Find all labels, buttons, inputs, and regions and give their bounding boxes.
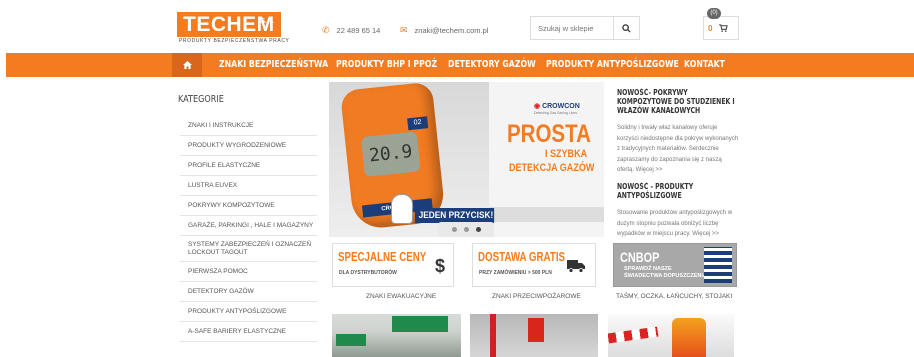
category-list: ZNAKI I INSTRUKCJE PRODUKTY WYGRODZENIOW… bbox=[180, 116, 317, 342]
cart-count-badge: (0) bbox=[707, 8, 721, 19]
category-item[interactable]: DETEKTORY GAZÓW bbox=[180, 282, 317, 302]
news-item: NOWOŚĆ- POKRYWY KOMPOZYTOWE DO STUDZIENE… bbox=[617, 88, 740, 176]
cnbop-emblem-icon bbox=[704, 247, 732, 283]
device-tag: 02 bbox=[407, 116, 429, 131]
hero-slider[interactable]: 02 20.9 CROWCON ◉ CROWCON Detecting Gas … bbox=[329, 82, 604, 237]
cart-button[interactable]: 0 bbox=[703, 16, 739, 40]
logo-mark: TECHEM S.A. bbox=[177, 12, 281, 37]
fire-pole-image bbox=[490, 314, 496, 357]
banner-special-prices[interactable]: SPECJALNE CENY DLA DYSTRYBUTORÓW $ bbox=[332, 243, 454, 287]
home-icon bbox=[182, 61, 192, 69]
logo-subtitle: PRODUKTY BEZPIECZEŃSTWA PRACY bbox=[179, 38, 290, 44]
fire-extinguisher-sign-image bbox=[528, 318, 544, 342]
category-item[interactable]: LUSTRA EUVEX bbox=[180, 176, 317, 196]
product-photo-tapes[interactable] bbox=[608, 314, 734, 357]
banner-subtitle: PRZY ZAMÓWIENIU > 500 PLN bbox=[479, 270, 552, 276]
news-title[interactable]: NOWOŚĆ- POKRYWY KOMPOZYTOWE DO STUDZIENE… bbox=[617, 88, 740, 115]
category-caption[interactable]: TAŚMY, OCZKA, ŁAŃCUCHY, STOJAKI bbox=[616, 293, 732, 300]
banner-free-delivery[interactable]: DOSTAWA GRATIS PRZY ZAMÓWIENIU > 500 PLN bbox=[472, 243, 596, 287]
news-item: NOWOŚĆ - PRODUKTY ANTYPOŚLIZGOWE Stosowa… bbox=[617, 182, 740, 240]
slider-dot[interactable] bbox=[451, 227, 457, 232]
cart-total: 0 bbox=[708, 23, 713, 33]
phone-icon: ✆ bbox=[322, 25, 330, 35]
sidebar-title: KATEGORIE bbox=[178, 94, 224, 105]
banner-cnbop[interactable]: CNBOP SPRAWDŹ NASZE ŚWIADECTWA DOPUSZCZE… bbox=[613, 243, 737, 287]
contact-email[interactable]: ✉ znaki@techem.com.pl bbox=[400, 25, 488, 36]
cart-icon bbox=[719, 24, 729, 32]
search-input[interactable] bbox=[531, 17, 613, 39]
category-item[interactable]: A-SAFE BARIERY ELASTYCZNE bbox=[180, 322, 317, 342]
category-item[interactable]: PROFILE ELASTYCZNE bbox=[180, 156, 317, 176]
exit-sign-image bbox=[392, 316, 448, 332]
barrier-tape-image bbox=[608, 326, 659, 344]
search-box bbox=[530, 16, 640, 40]
nav-item-znaki[interactable]: ZNAKI BEZPIECZEŃSTWA bbox=[219, 53, 328, 77]
banner-subtitle: SPRAWDŹ NASZE bbox=[624, 266, 672, 272]
category-item[interactable]: SYSTEMY ZABEZPIECZEŃ I OZNACZEŃ LOCKOUT … bbox=[180, 236, 317, 262]
news-title[interactable]: NOWOŚĆ - PRODUKTY ANTYPOŚLIZGOWE bbox=[617, 182, 740, 200]
category-caption[interactable]: ZNAKI EWAKUACYJNE bbox=[366, 293, 436, 300]
brand-dot-icon: ◉ bbox=[534, 103, 541, 110]
category-caption[interactable]: ZNAKI PRZECIWPOŻAROWE bbox=[492, 293, 581, 300]
slide-brand-name: CROWCON bbox=[542, 103, 580, 110]
dollar-icon: $ bbox=[434, 256, 445, 276]
category-item[interactable]: GARAŻE, PARKINGI , HALE I MAGAZYNY bbox=[180, 216, 317, 236]
banner-title: SPECJALNE CENY bbox=[338, 250, 427, 264]
nav-item-detektory[interactable]: DETEKTORY GAZÓW bbox=[448, 53, 536, 77]
banner-title: CNBOP bbox=[620, 249, 660, 265]
slider-dot[interactable] bbox=[463, 227, 469, 232]
category-item[interactable]: PRODUKTY WYGRODZENIOWE bbox=[180, 136, 317, 156]
category-item[interactable]: ZNAKI I INSTRUKCJE bbox=[180, 116, 317, 136]
slide-subheadline: I SZYBKA bbox=[545, 148, 588, 160]
product-photo-fire[interactable] bbox=[470, 314, 598, 357]
nav-item-antyposlizgowe[interactable]: PRODUKTY ANTYPOŚLIZGOWE bbox=[546, 53, 679, 77]
warning-lamp-image bbox=[672, 318, 706, 357]
truck-icon bbox=[567, 260, 585, 273]
slide-strip bbox=[489, 207, 604, 222]
exit-sign-image bbox=[336, 334, 366, 346]
banner-subtitle: DLA DYSTRYBUTORÓW bbox=[339, 270, 397, 276]
nav-home[interactable] bbox=[172, 53, 202, 77]
slider-dots bbox=[438, 222, 494, 237]
phone-number: 22 489 65 14 bbox=[336, 26, 381, 35]
email-address: znaki@techem.com.pl bbox=[414, 26, 489, 35]
device-screen: 20.9 bbox=[360, 131, 421, 178]
search-button[interactable] bbox=[613, 17, 639, 39]
category-item[interactable]: PIERWSZA POMOC bbox=[180, 262, 317, 282]
nav-item-produkty-bhp[interactable]: PRODUKTY BHP I PPOŻ bbox=[336, 53, 437, 77]
slide-brand-sub: Detecting Gas Saving Lives bbox=[534, 111, 577, 115]
logo[interactable]: TECHEM S.A. PRODUKTY BEZPIECZEŃSTWA PRAC… bbox=[177, 12, 290, 45]
slider-dot-active[interactable] bbox=[475, 227, 481, 232]
product-photo-evacuation[interactable] bbox=[332, 314, 461, 357]
news-body: Solidny i trwały właz kanałowy oferuje k… bbox=[617, 125, 739, 173]
contact-phone[interactable]: ✆ 22 489 65 14 bbox=[322, 25, 380, 36]
news-body: Stosowanie produktów antypoślizgowych w … bbox=[617, 210, 733, 237]
envelope-icon: ✉ bbox=[400, 25, 408, 35]
logo-suffix: S.A. bbox=[260, 18, 274, 25]
slide-brand: ◉ CROWCON bbox=[534, 102, 580, 110]
slide-headline: PROSTA bbox=[507, 120, 591, 148]
banner-title: DOSTAWA GRATIS bbox=[478, 250, 566, 264]
category-item[interactable]: PRODUKTY ANTYPOŚLIZGOWE bbox=[180, 302, 317, 322]
search-icon bbox=[622, 23, 631, 33]
slide-subheadline-2: DETEKCJA GAZÓW bbox=[509, 162, 595, 174]
category-item[interactable]: POKRYWY KOMPOZYTOWE bbox=[180, 196, 317, 216]
nav-item-kontakt[interactable]: KONTAKT bbox=[684, 53, 725, 77]
hand-pointer-icon bbox=[391, 194, 413, 224]
banner-subtitle-2: ŚWIADECTWA DOPUSZCZENIA bbox=[624, 273, 707, 279]
main-nav: ZNAKI BEZPIECZEŃSTWA PRODUKTY BHP I PPOŻ… bbox=[6, 53, 914, 77]
slide-cta: JEDEN PRZYCISK! bbox=[415, 208, 495, 223]
